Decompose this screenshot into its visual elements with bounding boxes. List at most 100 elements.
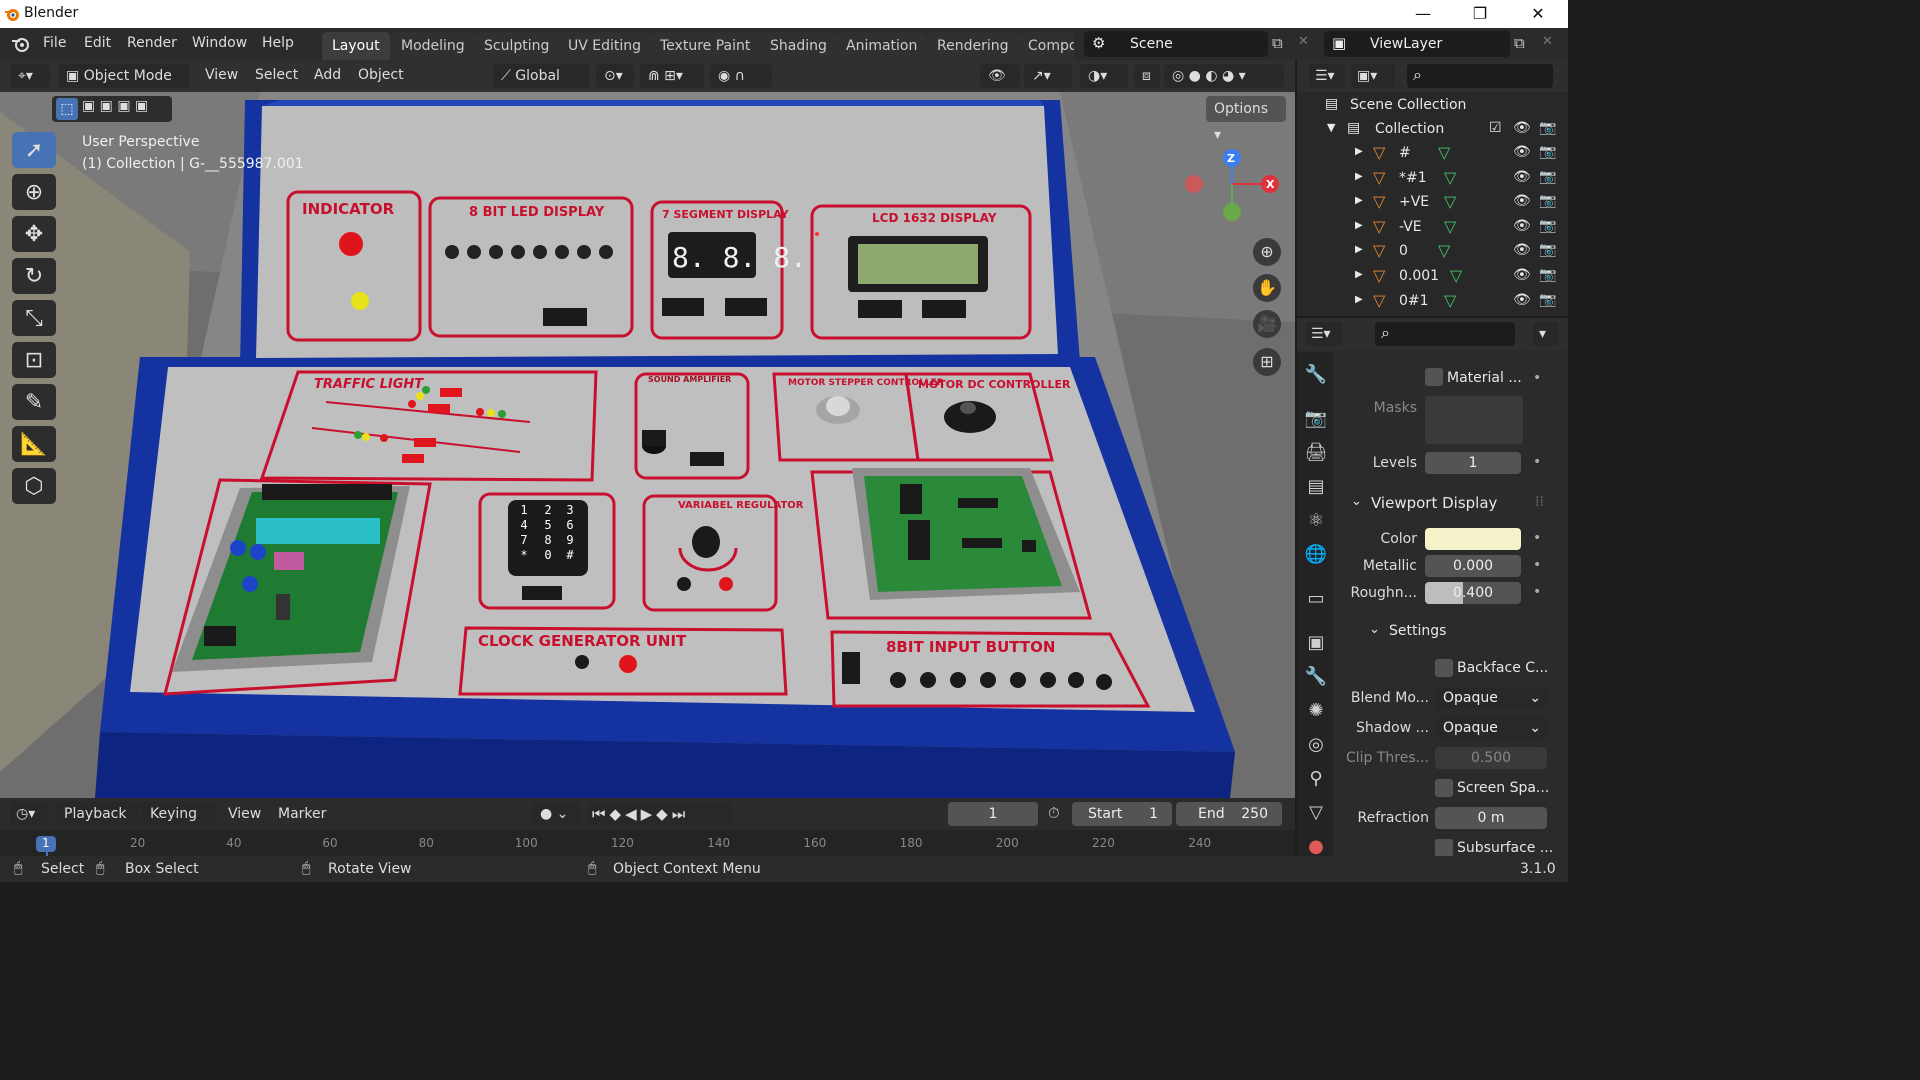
levels-keyframe-dot[interactable]: • <box>1533 454 1541 470</box>
start-frame-field[interactable]: Start 1 <box>1072 802 1172 826</box>
menu-select[interactable]: Select <box>255 67 298 83</box>
output-tab-icon[interactable]: 🖨 <box>1301 438 1331 468</box>
roughness-slider[interactable]: 0.400 <box>1425 582 1521 604</box>
cursor-tool-icon[interactable]: ⊕ <box>12 174 56 210</box>
eye-icon[interactable]: 👁 <box>1513 144 1531 160</box>
transform-tool-icon[interactable]: ⊡ <box>12 342 56 378</box>
mesh-data-icon[interactable]: ▽ <box>1444 217 1456 236</box>
tab-shading[interactable]: Shading <box>760 32 837 60</box>
end-frame-field[interactable]: End 250 <box>1176 802 1282 826</box>
close-window-button[interactable]: ✕ <box>1515 0 1561 28</box>
rotate-tool-icon[interactable]: ↻ <box>12 258 56 294</box>
eye-icon[interactable]: 👁 <box>1513 120 1531 136</box>
expand-arrow-icon[interactable]: ▶ <box>1355 244 1363 255</box>
expand-arrow-icon[interactable]: ▶ <box>1355 171 1363 182</box>
eye-icon[interactable]: 👁 <box>1513 218 1531 234</box>
delete-scene-icon[interactable]: ✕ <box>1298 34 1309 49</box>
camera-icon[interactable]: 📷 <box>1539 242 1556 258</box>
eye-icon[interactable]: 👁 <box>1513 292 1531 308</box>
tab-rendering[interactable]: Rendering <box>927 32 1019 60</box>
select-tool-icon[interactable]: ➚ <box>12 132 56 168</box>
auto-key-button[interactable]: ● ⌄ <box>532 802 580 826</box>
outliner-search-input[interactable]: ⌕ <box>1407 64 1553 88</box>
visibility-button[interactable]: 👁▾ <box>980 64 1020 108</box>
expand-arrow-icon[interactable]: ▶ <box>1355 294 1363 305</box>
roughness-keyframe-dot[interactable]: • <box>1533 584 1541 600</box>
camera-icon[interactable]: 📷 <box>1539 292 1556 308</box>
material-checkbox[interactable] <box>1425 368 1443 386</box>
xray-toggle-button[interactable]: ⧈ <box>1134 64 1160 88</box>
new-view-layer-icon[interactable]: ⧉ <box>1514 34 1525 52</box>
menu-edit[interactable]: Edit <box>84 35 111 51</box>
color-keyframe-dot[interactable]: • <box>1533 530 1541 546</box>
tab-sculpting[interactable]: Sculpting <box>474 32 560 60</box>
mesh-data-icon[interactable]: ▽ <box>1438 143 1450 162</box>
new-scene-icon[interactable]: ⧉ <box>1272 34 1283 52</box>
gizmo-toggle-button[interactable]: ↗▾ <box>1024 64 1072 88</box>
select-new-icon[interactable]: ⬚ <box>56 98 78 120</box>
menu-object[interactable]: Object <box>358 67 404 83</box>
outliner-object-row[interactable]: ▶ ▽ +VE ▽ 👁 📷 <box>1297 191 1568 215</box>
menu-window[interactable]: Window <box>192 35 247 51</box>
add-cube-tool-icon[interactable]: ⬡ <box>12 468 56 504</box>
menu-add[interactable]: Add <box>314 67 341 83</box>
blender-menu-icon[interactable] <box>10 35 30 53</box>
mode-selector[interactable]: ▣ Object Mode <box>58 64 190 88</box>
menu-view[interactable]: View <box>205 67 238 83</box>
jump-start-icon[interactable]: ⏮ <box>592 805 610 823</box>
object-tab-icon[interactable]: ▣ <box>1301 628 1331 658</box>
checkbox-icon[interactable]: ☑ <box>1489 120 1502 136</box>
overlays-toggle-button[interactable]: ◑▾ <box>1080 64 1128 88</box>
shading-mode-group[interactable]: ◎ ● ◐ ◕ ▾ <box>1164 64 1284 88</box>
outliner-object-row[interactable]: ▶ ▽ 0 ▽ 👁 📷 <box>1297 240 1568 264</box>
camera-icon[interactable]: 📷 <box>1539 144 1556 160</box>
data-tab-icon[interactable]: ▽ <box>1301 798 1331 828</box>
subsurface-checkbox[interactable] <box>1435 839 1453 857</box>
constraints-tab-icon[interactable]: ⚲ <box>1301 764 1331 794</box>
maximize-button[interactable]: ❐ <box>1457 0 1503 28</box>
menu-render[interactable]: Render <box>127 35 177 51</box>
editor-type-button[interactable]: ⌖▾ <box>10 64 50 88</box>
backface-checkbox[interactable] <box>1435 659 1453 677</box>
scale-tool-icon[interactable]: ⤡ <box>12 300 56 336</box>
color-swatch[interactable] <box>1425 528 1521 550</box>
snapping-button[interactable]: ⋒ ⊞▾ <box>640 64 704 88</box>
tab-compositing[interactable]: Compo <box>1018 32 1074 60</box>
viewport-display-header[interactable]: Viewport Display <box>1371 494 1497 512</box>
collapse-arrow-icon[interactable]: ▼ <box>1327 121 1335 134</box>
tab-layout[interactable]: Layout <box>322 32 390 60</box>
view-layer-tab-icon[interactable]: ▤ <box>1301 472 1331 502</box>
playback-controls[interactable]: ⏮◆◀▶◆⏭ <box>588 802 732 826</box>
timeline-editor-type-icon[interactable]: ◷▾ <box>10 802 48 826</box>
masks-grid[interactable] <box>1425 396 1523 444</box>
render-tab-icon[interactable]: 📷 <box>1301 404 1331 434</box>
eye-icon[interactable]: 👁 <box>1513 193 1531 209</box>
refraction-field[interactable]: 0 m <box>1435 807 1547 829</box>
mesh-data-icon[interactable]: ▽ <box>1444 192 1456 211</box>
tab-modeling[interactable]: Modeling <box>391 32 475 60</box>
camera-icon[interactable]: 📷 <box>1539 218 1556 234</box>
outliner-object-row[interactable]: ▶ ▽ *#1 ▽ 👁 📷 <box>1297 167 1568 191</box>
next-key-icon[interactable]: ◆ <box>656 805 672 823</box>
camera-icon[interactable]: 📷 <box>1539 267 1556 283</box>
world-tab-icon[interactable]: 🌐 <box>1301 540 1331 570</box>
scene-collection-row[interactable]: ▤ Scene Collection <box>1297 94 1568 118</box>
tab-uv-editing[interactable]: UV Editing <box>558 32 652 60</box>
jump-end-icon[interactable]: ⏭ <box>672 805 690 823</box>
prev-key-icon[interactable]: ◆ <box>610 805 626 823</box>
clip-threshold-field[interactable]: 0.500 <box>1435 747 1547 769</box>
proportional-edit-button[interactable]: ◉ ∩ <box>710 64 772 88</box>
properties-search-input[interactable]: ⌕ <box>1375 322 1515 346</box>
collection-row[interactable]: ▼ ▤ Collection ☑ 👁 📷 <box>1297 118 1568 142</box>
eye-icon[interactable]: 👁 <box>1513 169 1531 185</box>
tab-animation[interactable]: Animation <box>836 32 928 60</box>
pivot-point-button[interactable]: ⊙▾ <box>596 64 634 88</box>
physics-tab-icon[interactable]: ◎ <box>1301 730 1331 760</box>
expand-arrow-icon[interactable]: ▶ <box>1355 220 1363 231</box>
options-button[interactable]: Options ▾ <box>1206 96 1286 143</box>
annotate-tool-icon[interactable]: ✎ <box>12 384 56 420</box>
scene-tab-icon[interactable]: ⚛ <box>1301 506 1331 536</box>
3d-viewport[interactable]: INDICATOR 8 BIT LED DISPLAY 7 SEGMENT DI… <box>0 92 1295 798</box>
timeline-menu-view[interactable]: View <box>228 806 261 822</box>
move-tool-icon[interactable]: ✥ <box>12 216 56 252</box>
